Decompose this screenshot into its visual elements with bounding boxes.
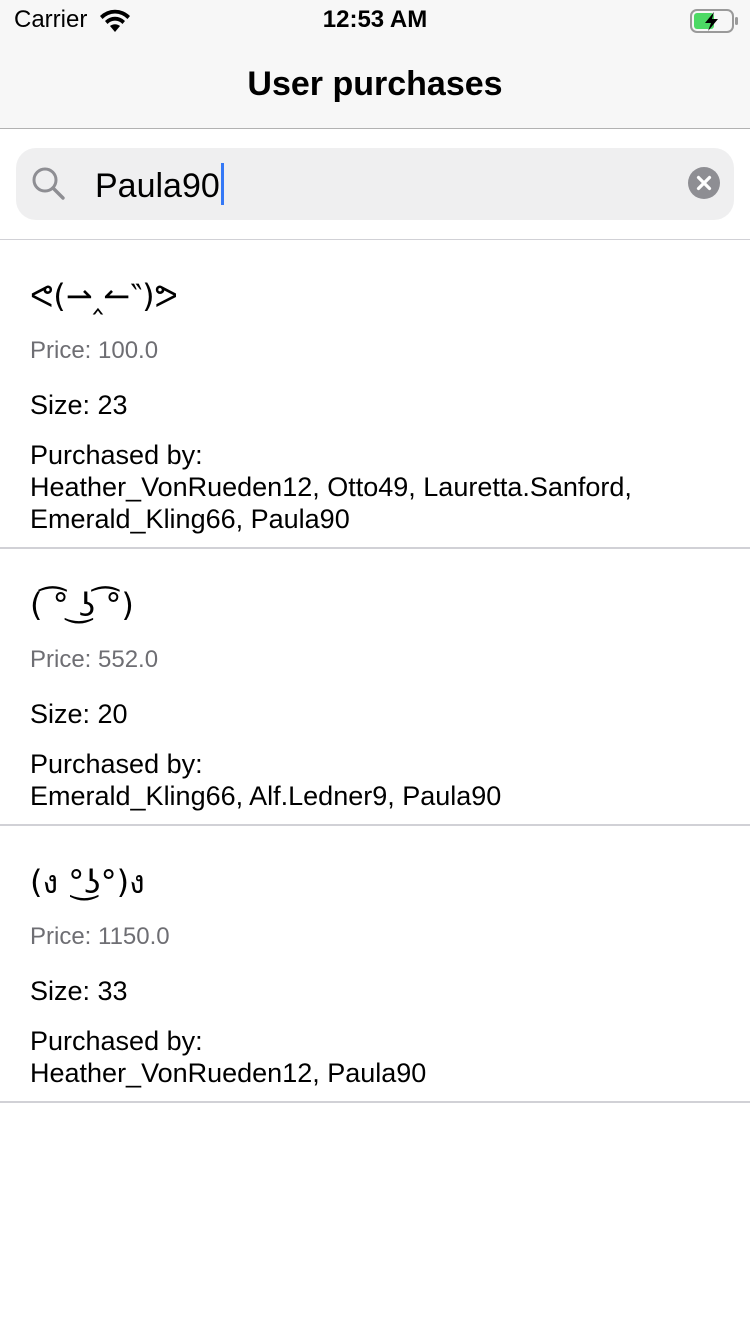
item-emoticon: ᕙ(⇀‸↼‶)ᕗ [30, 277, 178, 315]
list-item[interactable]: (ง °͜ʖ°)ง Price: 1150.0 Size: 33 Purchas… [0, 826, 750, 1103]
clear-search-icon[interactable] [688, 167, 720, 199]
purchased-by-label: Purchased by: [30, 440, 203, 470]
text-caret [220, 163, 224, 205]
item-size: Size: 33 [30, 976, 128, 1006]
search-bar: Paula90 [0, 129, 750, 240]
item-emoticon: ( ͡° ͜ʖ ͡°) [30, 586, 134, 624]
list-item[interactable]: ᕙ(⇀‸↼‶)ᕗ Price: 100.0 Size: 23 Purchased… [0, 240, 750, 549]
item-buyers: Emerald_Kling66, Alf.Ledner9, Paula90 [30, 781, 502, 811]
item-price: Price: 552.0 [30, 646, 159, 673]
item-size: Size: 23 [30, 390, 128, 420]
item-price: Price: 1150.0 [30, 923, 170, 950]
search-text: Paula90 [95, 167, 220, 205]
page-title: User purchases [247, 65, 503, 103]
list-item[interactable]: ( ͡° ͜ʖ ͡°) Price: 552.0 Size: 20 Purcha… [0, 549, 750, 826]
item-price: Price: 100.0 [30, 337, 159, 364]
battery-charging-icon [690, 9, 738, 33]
purchases-list: ᕙ(⇀‸↼‶)ᕗ Price: 100.0 Size: 23 Purchased… [0, 240, 750, 1103]
item-emoticon: (ง °͜ʖ°)ง [30, 863, 145, 901]
purchased-by-label: Purchased by: [30, 1026, 203, 1056]
screen: Carrier 12:53 AM User purchases Paula90 [0, 0, 750, 1334]
status-bar: Carrier 12:53 AM [0, 0, 750, 40]
navigation-bar: User purchases [0, 40, 750, 129]
search-icon [32, 167, 65, 200]
status-time: 12:53 AM [322, 6, 428, 33]
item-size: Size: 20 [30, 699, 128, 729]
item-buyers: Heather_VonRueden12, Paula90 [30, 1058, 427, 1088]
search-input[interactable]: Paula90 [16, 148, 734, 220]
item-buyers: Heather_VonRueden12, Otto49, Lauretta.Sa… [30, 472, 632, 534]
search-input-value: Paula90 [95, 163, 224, 206]
purchased-by-label: Purchased by: [30, 749, 203, 779]
